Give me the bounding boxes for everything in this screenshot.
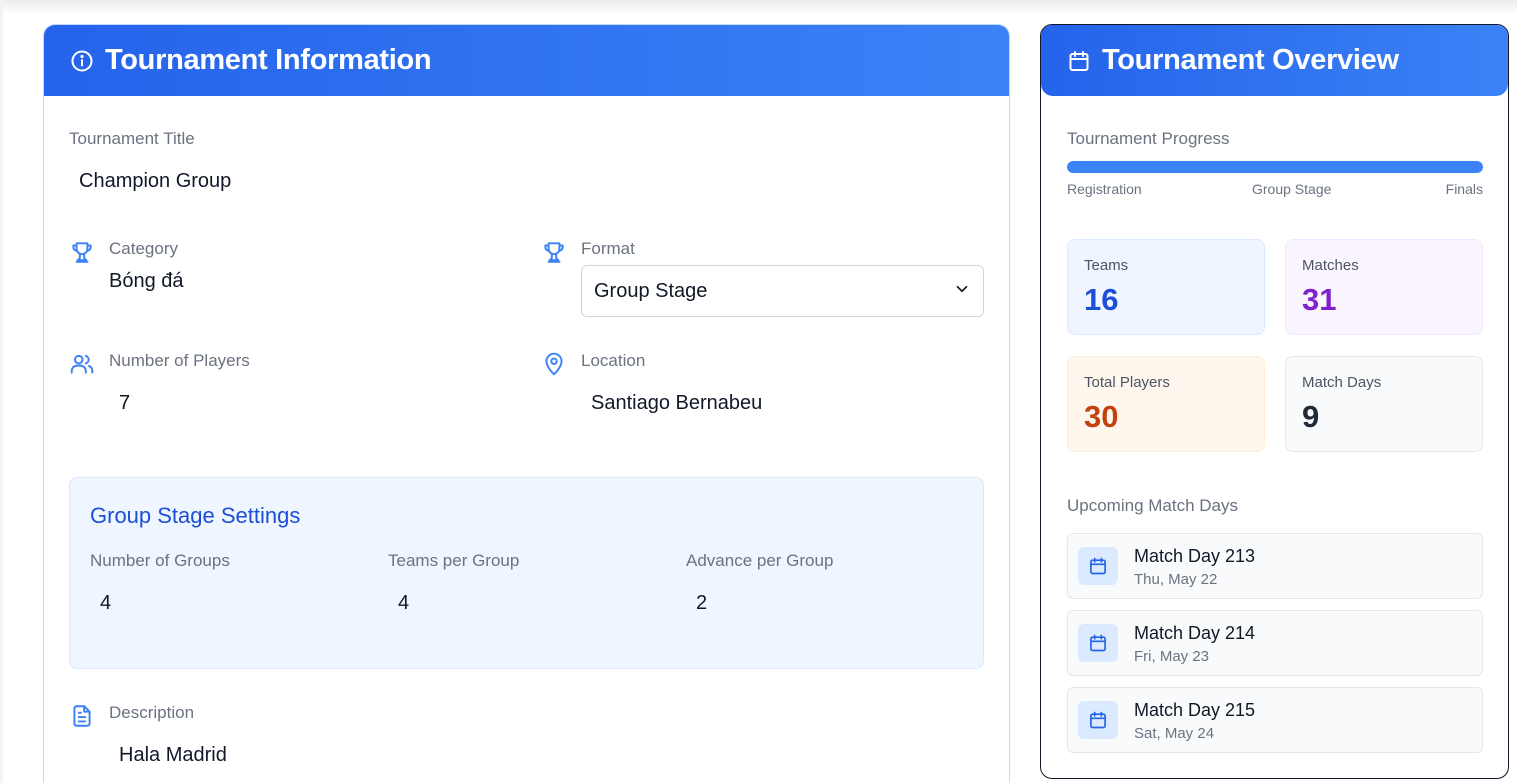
tournament-overview-title: Tournament Overview (1102, 44, 1399, 76)
match-day-title: Match Day 213 (1134, 546, 1256, 566)
calendar-icon (1078, 624, 1118, 662)
match-day-item[interactable]: Match Day 214 Fri, May 23 (1067, 610, 1483, 676)
info-circle-icon (69, 48, 95, 74)
tournament-information-card: Tournament Information Tournament Title … (43, 24, 1010, 783)
teams-per-group-value[interactable]: 4 (398, 592, 409, 615)
teams-stat-label: Teams (1084, 257, 1129, 274)
progress-step-group-stage: Group Stage (1252, 181, 1332, 197)
map-pin-icon (541, 351, 567, 377)
teams-stat-value: 16 (1084, 282, 1119, 317)
number-of-players-value[interactable]: 7 (119, 392, 130, 415)
users-icon (69, 351, 95, 377)
calendar-icon (1078, 547, 1118, 585)
tournament-progress-label: Tournament Progress (1067, 129, 1230, 148)
trophy-icon (69, 239, 95, 265)
tournament-progress-fill (1067, 161, 1483, 173)
upcoming-match-days-label: Upcoming Match Days (1067, 496, 1239, 515)
progress-step-finals: Finals (1445, 181, 1483, 197)
advance-per-group-value[interactable]: 2 (696, 592, 707, 615)
match-day-date: Thu, May 22 (1134, 571, 1218, 588)
total-players-stat-card: Total Players 30 (1067, 356, 1265, 452)
number-of-groups-value[interactable]: 4 (100, 592, 111, 615)
description-value[interactable]: Hala Madrid (119, 744, 227, 767)
category-value: Bóng đá (109, 270, 184, 292)
trophy-icon (541, 239, 567, 265)
number-of-groups-label: Number of Groups (90, 551, 230, 570)
matches-stat-card: Matches 31 (1285, 239, 1483, 335)
match-day-date: Sat, May 24 (1134, 725, 1215, 742)
total-players-stat-label: Total Players (1084, 374, 1170, 391)
match-day-title: Match Day 214 (1134, 623, 1256, 643)
document-icon (69, 703, 95, 729)
tournament-overview-header: Tournament Overview (1041, 25, 1508, 96)
number-of-players-label: Number of Players (109, 351, 250, 370)
group-stage-settings-panel: Group Stage Settings Number of Groups 4 … (69, 477, 984, 669)
tournament-title-value[interactable]: Champion Group (79, 170, 231, 193)
chevron-down-icon (953, 280, 971, 303)
teams-per-group-label: Teams per Group (388, 551, 520, 570)
match-days-stat-value: 9 (1302, 399, 1320, 434)
matches-stat-value: 31 (1302, 282, 1337, 317)
tournament-progress-bar (1067, 161, 1483, 173)
matches-stat-label: Matches (1302, 257, 1359, 274)
tournament-information-header: Tournament Information (44, 25, 1009, 96)
progress-step-registration: Registration (1067, 181, 1142, 197)
teams-stat-card: Teams 16 (1067, 239, 1265, 335)
format-label: Format (581, 239, 635, 258)
description-label: Description (109, 703, 195, 722)
match-day-title: Match Day 215 (1134, 700, 1256, 720)
match-days-stat-label: Match Days (1302, 374, 1382, 391)
match-day-item[interactable]: Match Day 215 Sat, May 24 (1067, 687, 1483, 753)
location-value[interactable]: Santiago Bernabeu (591, 392, 762, 415)
calendar-icon (1078, 701, 1118, 739)
match-day-item[interactable]: Match Day 213 Thu, May 22 (1067, 533, 1483, 599)
tournament-overview-card: Tournament Overview Tournament Progress … (1040, 24, 1509, 779)
group-stage-settings-title: Group Stage Settings (90, 503, 301, 528)
format-select-value: Group Stage (594, 279, 708, 302)
location-label: Location (581, 351, 646, 370)
advance-per-group-label: Advance per Group (686, 551, 834, 570)
format-select[interactable]: Group Stage (581, 265, 984, 317)
match-day-date: Fri, May 23 (1134, 648, 1210, 665)
match-days-stat-card: Match Days 9 (1285, 356, 1483, 452)
window-top-shade (0, 0, 1517, 14)
calendar-icon (1066, 48, 1092, 74)
total-players-stat-value: 30 (1084, 399, 1119, 434)
tournament-information-title: Tournament Information (105, 44, 432, 76)
tournament-title-label: Tournament Title (69, 129, 195, 148)
left-edge (0, 0, 3, 783)
category-label: Category (109, 239, 178, 258)
